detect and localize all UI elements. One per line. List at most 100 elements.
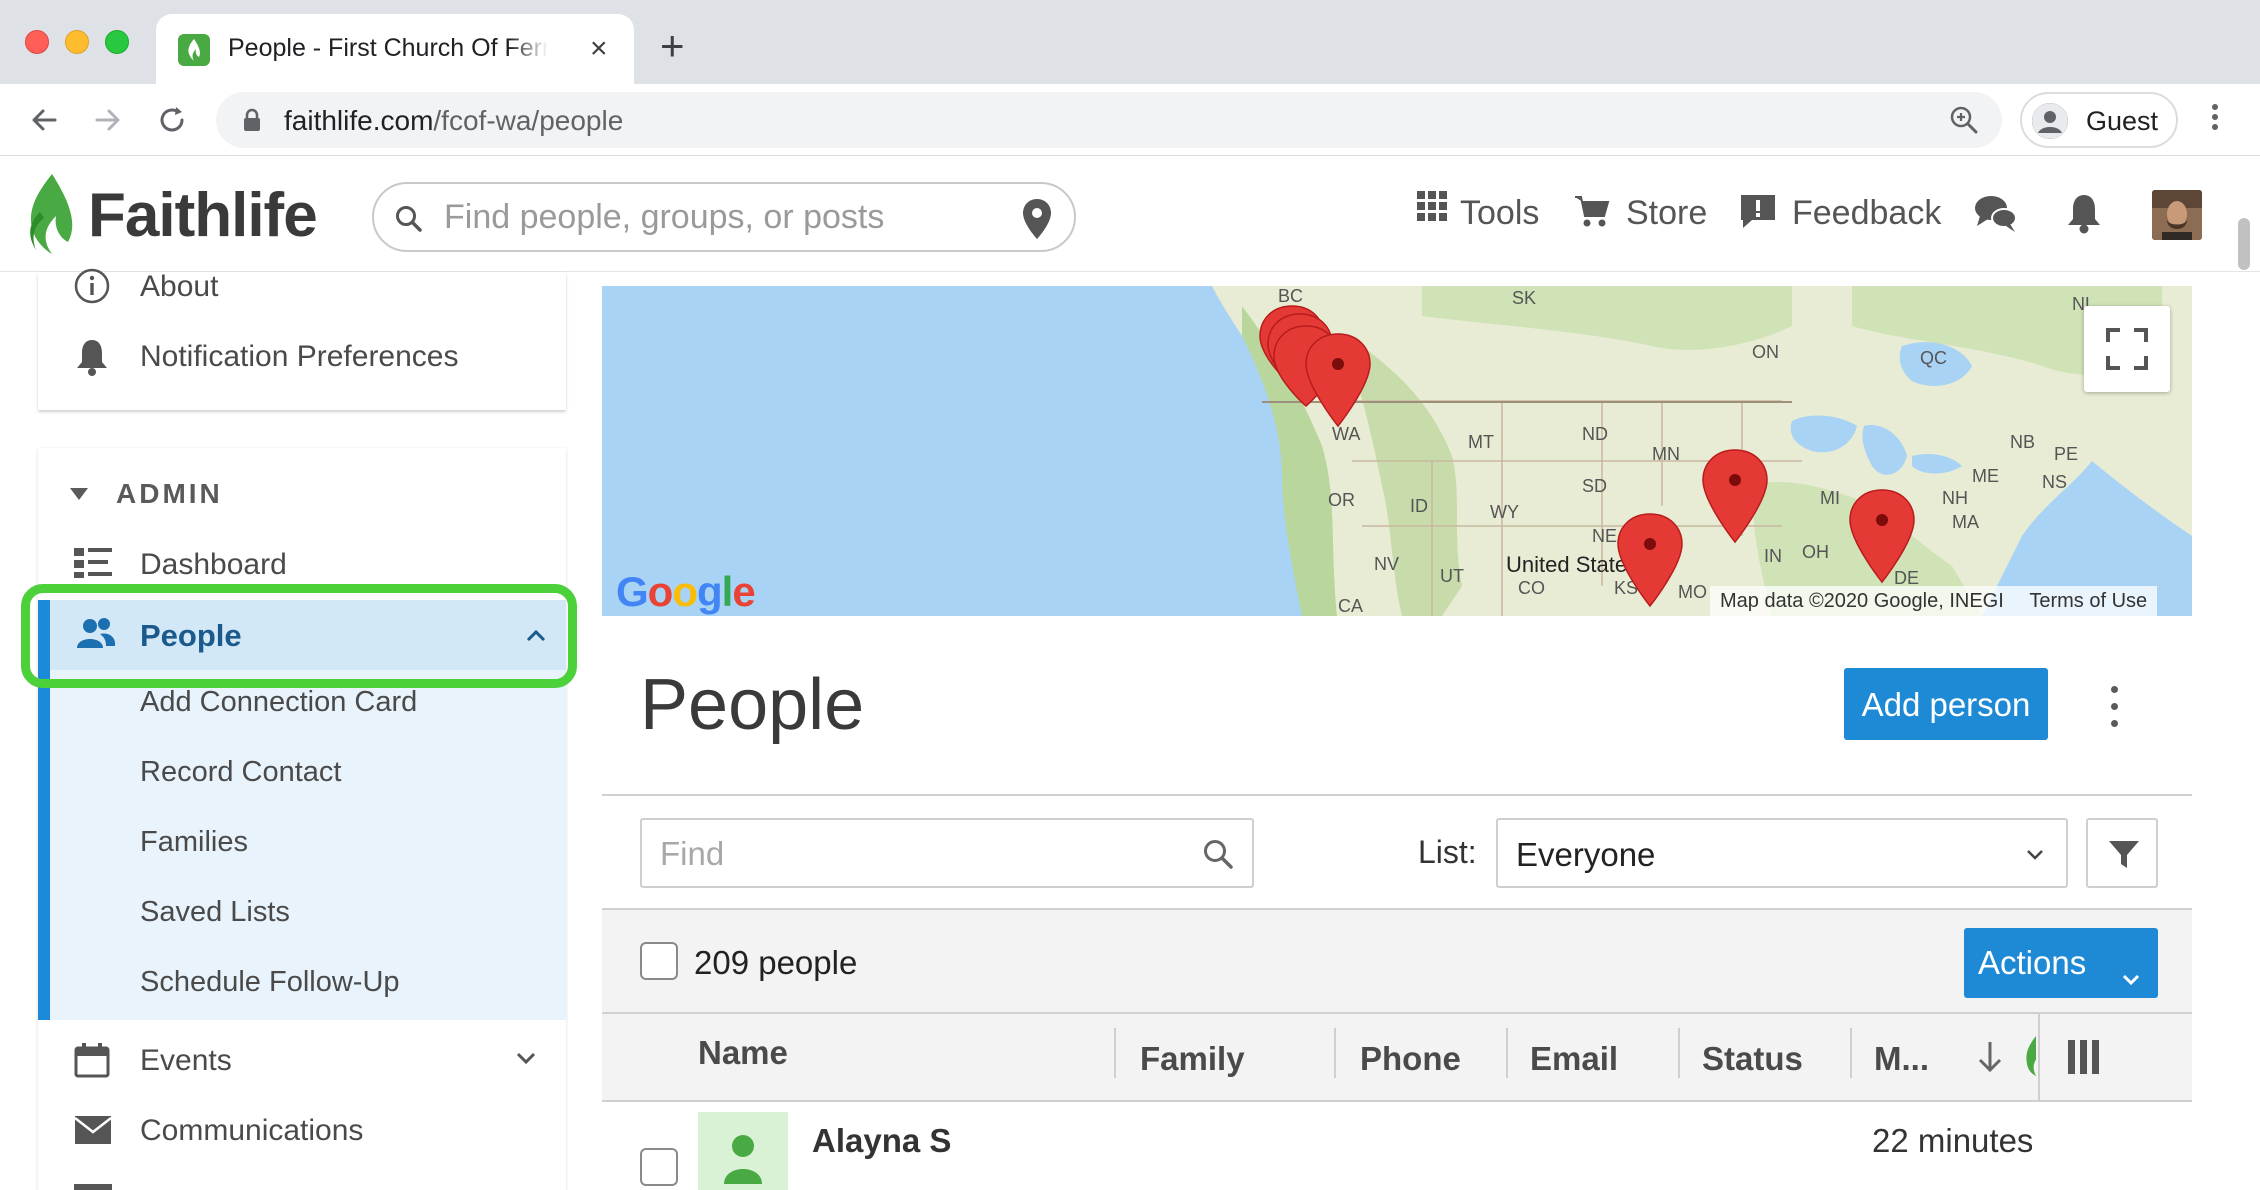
table-header: Name Family Phone Email Status M... [602, 1014, 2192, 1102]
divider [602, 794, 2192, 796]
sidebar-item-communications[interactable]: Communications [38, 1094, 566, 1164]
sidebar-item-events[interactable]: Events [38, 1024, 566, 1094]
page-title: People [640, 665, 865, 745]
brand-name: Faithlife [88, 181, 318, 250]
caret-down-icon [70, 488, 88, 500]
window-close-button[interactable] [25, 30, 49, 54]
profile-label: Guest [2086, 106, 2159, 136]
chevron-down-icon [2122, 956, 2140, 994]
bell-icon [74, 338, 110, 376]
column-header-email[interactable]: Email [1530, 1040, 1618, 1078]
faithlife-logo[interactable]: Faithlife [22, 172, 318, 256]
tools-link[interactable]: Tools [1460, 194, 1539, 233]
browser-menu-icon[interactable] [2205, 100, 2225, 140]
faithlife-favicon-icon [178, 34, 210, 66]
url-path: /fcof-wa/people [433, 105, 624, 136]
map-fullscreen-button[interactable] [2084, 306, 2170, 392]
site-search[interactable] [372, 182, 1076, 252]
map-pin[interactable] [1702, 449, 1768, 544]
chevron-down-icon[interactable] [516, 1052, 536, 1071]
sidebar-item-label: Notification Preferences [140, 340, 459, 373]
column-divider[interactable] [1334, 1028, 1336, 1078]
list-selected-value: Everyone [1516, 836, 1656, 873]
filter-funnel-icon [2109, 841, 2139, 868]
column-header-phone[interactable]: Phone [1360, 1040, 1461, 1078]
dashboard-icon [74, 546, 112, 582]
sidebar-subitem-families[interactable]: Families [140, 826, 248, 859]
sidebar-item-about[interactable]: About [38, 250, 566, 320]
add-person-button[interactable]: Add person [1844, 668, 2048, 740]
row-checkbox[interactable] [640, 1148, 678, 1186]
column-divider[interactable] [1850, 1028, 1852, 1078]
map-pin[interactable] [1617, 513, 1683, 608]
forward-icon[interactable] [88, 100, 128, 140]
messages-chat-icon[interactable] [1974, 194, 2018, 239]
faithlife-column-icon [2022, 1034, 2036, 1078]
tab-close-icon[interactable]: × [590, 32, 608, 66]
reload-icon[interactable] [152, 100, 192, 140]
chevron-down-icon [2026, 848, 2044, 866]
column-header-name[interactable]: Name [698, 1034, 788, 1072]
envelope-icon [74, 1112, 112, 1148]
actions-label: Actions [1978, 944, 2087, 981]
actions-button[interactable]: Actions [1964, 928, 2158, 998]
table-row[interactable]: Alayna S 22 minutes [602, 1102, 2192, 1190]
sidebar-item-label: About [140, 270, 219, 303]
column-divider[interactable] [1678, 1028, 1680, 1078]
store-cart-icon[interactable] [1574, 194, 1610, 233]
location-pin-icon[interactable] [1022, 198, 1052, 245]
list-select[interactable]: Everyone [1496, 818, 2068, 888]
sidebar-subitem-record-contact[interactable]: Record Contact [140, 756, 342, 789]
sort-descending-icon[interactable] [1976, 1040, 2004, 1079]
find-input[interactable] [660, 834, 1200, 874]
tab-title: People - First Church Of Ferndale [228, 34, 548, 62]
sidebar-subitem-add-connection-card[interactable]: Add Connection Card [140, 686, 417, 719]
column-divider[interactable] [1506, 1028, 1508, 1078]
site-search-input[interactable] [444, 196, 1004, 238]
tools-grid-icon[interactable] [1416, 190, 1448, 227]
sidebar-item-notification-preferences[interactable]: Notification Preferences [38, 320, 566, 390]
sidebar-item-label: Events [140, 1044, 232, 1077]
column-header-family[interactable]: Family [1140, 1040, 1245, 1078]
sidebar-subitem-schedule-follow-up[interactable]: Schedule Follow-Up [140, 966, 400, 999]
people-map[interactable]: BC SK NL ON QC WA MT ND MN NB PE NS ME O… [602, 286, 2192, 616]
column-settings-icon[interactable] [2066, 1038, 2102, 1081]
profile-button[interactable]: Guest [2020, 92, 2178, 148]
window-minimize-button[interactable] [65, 30, 89, 54]
person-modified-time: 22 minutes [1872, 1122, 2032, 1159]
guest-avatar-icon [2032, 103, 2068, 139]
notifications-bell-icon[interactable] [2066, 192, 2102, 239]
column-header-status[interactable]: Status [1702, 1040, 1803, 1078]
feedback-link[interactable]: Feedback [1792, 194, 1941, 233]
zoom-icon[interactable] [1948, 104, 1980, 141]
next-sidebar-icon-partial [74, 1184, 112, 1190]
column-header-modified[interactable]: M... [1874, 1040, 1929, 1078]
map-pin[interactable] [1849, 489, 1915, 584]
map-attribution: Map data ©2020 Google, INEGI Terms of Us… [1710, 586, 2158, 616]
select-all-checkbox[interactable] [640, 942, 678, 980]
address-bar[interactable]: faithlife.com/fcof-wa/people [216, 92, 2002, 148]
sidebar-subitem-saved-lists[interactable]: Saved Lists [140, 896, 290, 929]
filter-button[interactable] [2086, 818, 2158, 888]
person-name[interactable]: Alayna S [812, 1122, 951, 1160]
map-terms-link[interactable]: Terms of Use [2029, 590, 2147, 612]
find-field[interactable] [640, 818, 1254, 888]
sidebar-item-label: Communications [140, 1114, 364, 1147]
person-avatar [698, 1112, 788, 1190]
back-icon[interactable] [24, 100, 64, 140]
column-divider[interactable] [1114, 1028, 1116, 1078]
browser-tab[interactable]: People - First Church Of Ferndale × [156, 14, 634, 86]
calendar-icon [74, 1042, 110, 1078]
sidebar-top-card: About Notification Preferences [38, 268, 566, 410]
page-scrollbar[interactable] [2238, 218, 2250, 270]
more-options-icon[interactable] [2106, 686, 2122, 736]
new-tab-icon[interactable]: + [660, 25, 685, 67]
feedback-icon[interactable] [1740, 194, 1776, 235]
window-zoom-button[interactable] [105, 30, 129, 54]
browser-toolbar: faithlife.com/fcof-wa/people Guest [0, 84, 2260, 156]
admin-section-toggle[interactable]: ADMIN [38, 474, 538, 514]
user-avatar[interactable] [2152, 190, 2202, 240]
google-logo: Google [616, 568, 756, 615]
map-pin[interactable] [1305, 333, 1371, 428]
store-link[interactable]: Store [1626, 194, 1707, 233]
